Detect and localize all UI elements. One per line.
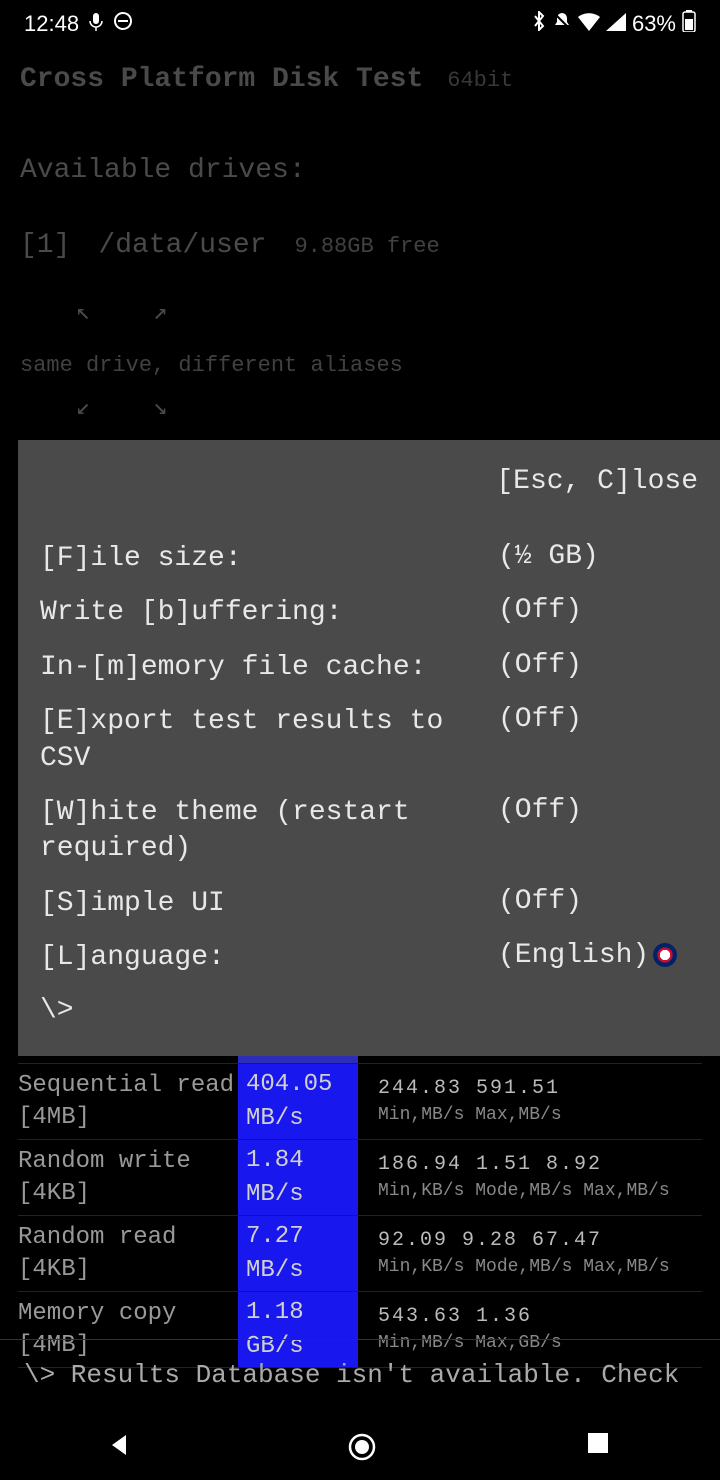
result-stats: 186.94 1.51 8.92Min,KB/s Mode,MB/s Max,M… xyxy=(358,1151,702,1204)
options-modal: [Esc, C]lose [F]ile size:(½ GB)Write [b]… xyxy=(18,440,720,1056)
option-label: [L]anguage: xyxy=(40,940,498,976)
signal-icon xyxy=(606,11,626,37)
status-bar: 12:48 63% xyxy=(0,0,720,48)
status-time: 12:48 xyxy=(24,11,79,37)
option-label: In-[m]emory file cache: xyxy=(40,650,498,686)
option-label: [F]ile size: xyxy=(40,541,498,577)
option-row[interactable]: [F]ile size:(½ GB) xyxy=(40,541,698,577)
option-value: (Off) xyxy=(498,886,698,922)
close-button[interactable]: [Esc, C]lose xyxy=(40,466,698,497)
result-row: Sequential read [4MB]404.05MB/s244.83 59… xyxy=(18,1064,702,1140)
arrows-down: ↙ ↘ xyxy=(76,392,700,422)
battery-percent: 63% xyxy=(632,11,676,37)
drives-label: Available drives: xyxy=(20,155,700,186)
result-row: Random write [4KB]1.84MB/s186.94 1.51 8.… xyxy=(18,1140,702,1216)
option-value: (½ GB) xyxy=(498,541,698,577)
arrows-up: ↖ ↗ xyxy=(76,297,700,327)
result-stats: 92.09 9.28 67.47Min,KB/s Mode,MB/s Max,M… xyxy=(358,1227,702,1280)
result-label: Sequential read [4MB] xyxy=(18,1070,238,1132)
option-row[interactable]: [W]hite theme (restart required)(Off) xyxy=(40,795,698,868)
option-label: [W]hite theme (restart required) xyxy=(40,795,498,868)
option-row[interactable]: [S]imple UI(Off) xyxy=(40,886,698,922)
result-label: Random read [4KB] xyxy=(18,1222,238,1284)
option-row[interactable]: In-[m]emory file cache:(Off) xyxy=(40,650,698,686)
home-button[interactable] xyxy=(346,1431,374,1459)
notifications-off-icon xyxy=(552,11,572,37)
option-label: Write [b]uffering: xyxy=(40,595,498,631)
option-value: (Off) xyxy=(498,650,698,686)
option-label: [S]imple UI xyxy=(40,886,498,922)
app-title: Cross Platform Disk Test xyxy=(20,64,423,95)
bluetooth-icon xyxy=(532,11,546,37)
option-value: (Off) xyxy=(498,704,698,777)
android-navbar xyxy=(0,1410,720,1480)
dnd-icon xyxy=(113,11,133,37)
uk-flag-icon xyxy=(653,943,677,967)
battery-icon xyxy=(682,10,696,38)
result-stats: 244.83 591.51Min,MB/s Max,MB/s xyxy=(358,1075,702,1128)
drive-free: 9.88GB free xyxy=(294,234,439,259)
option-value: (Off) xyxy=(498,595,698,631)
option-label: [E]xport test results to CSV xyxy=(40,704,498,777)
arch-label: 64bit xyxy=(447,68,513,93)
background-content: Cross Platform Disk Test 64bit Available… xyxy=(0,48,720,499)
result-value: 1.84MB/s xyxy=(238,1140,358,1215)
drive-item[interactable]: [1] /data/user 9.88GB free xyxy=(20,230,700,261)
footer-message: \> Results Database isn't available. Che… xyxy=(0,1339,720,1410)
mic-icon xyxy=(89,11,103,37)
result-row: Random read [4KB]7.27MB/s92.09 9.28 67.4… xyxy=(18,1216,702,1292)
wifi-icon xyxy=(578,11,600,37)
recents-button[interactable] xyxy=(586,1431,614,1459)
back-button[interactable] xyxy=(106,1431,134,1459)
drive-path: /data/user xyxy=(98,230,266,261)
option-value: (Off) xyxy=(498,795,698,868)
drive-index: [1] xyxy=(20,230,70,261)
prompt: \> xyxy=(40,995,698,1026)
option-row[interactable]: Write [b]uffering:(Off) xyxy=(40,595,698,631)
option-row[interactable]: [E]xport test results to CSV(Off) xyxy=(40,704,698,777)
result-label: Random write [4KB] xyxy=(18,1146,238,1208)
option-value: (English) xyxy=(498,940,698,976)
alias-note: same drive, different aliases xyxy=(20,353,700,378)
result-value: 404.05MB/s xyxy=(238,1064,358,1139)
result-value: 7.27MB/s xyxy=(238,1216,358,1291)
option-row[interactable]: [L]anguage:(English) xyxy=(40,940,698,976)
